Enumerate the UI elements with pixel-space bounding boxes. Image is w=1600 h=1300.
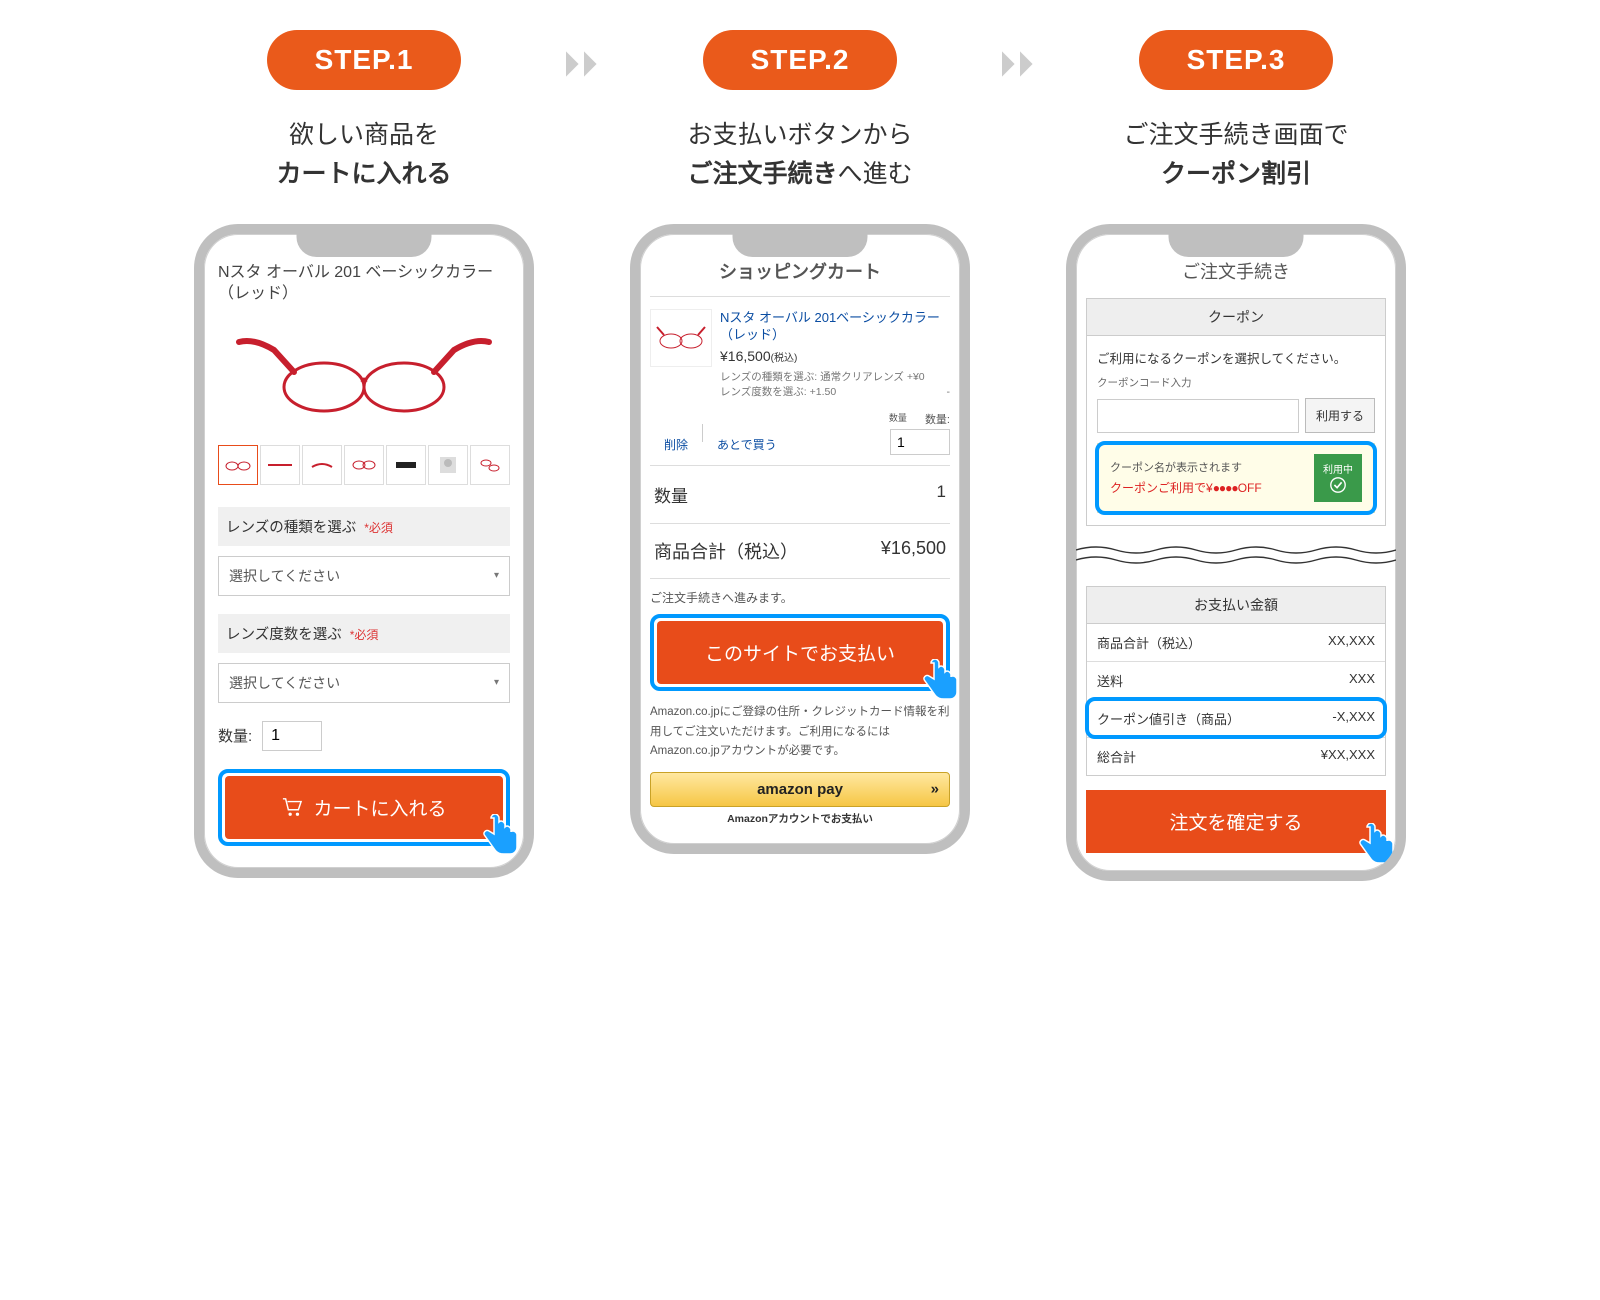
add-to-cart-button[interactable]: カートに入れる	[225, 776, 503, 839]
step-1-line1: 欲しい商品を	[289, 121, 439, 149]
required-mark: *必須	[350, 628, 379, 642]
phone-notch	[733, 233, 868, 257]
thumbnail[interactable]	[218, 445, 258, 485]
step-2-line2a: ご注文手続き	[687, 160, 837, 188]
step-1-column: STEP.1 欲しい商品を カートに入れる Nスタ オーバル 201 ベーシック…	[184, 30, 544, 878]
step-3-line1: ご注文手続き画面で	[1123, 121, 1348, 149]
lens-type-label: レンズの種類を選ぶ *必須	[218, 507, 510, 546]
lens-power-label: レンズ度数を選ぶ *必須	[218, 614, 510, 653]
phone-notch	[1169, 233, 1304, 257]
coupon-active-badge: 利用中	[1314, 454, 1362, 502]
thumbnail[interactable]	[428, 445, 468, 485]
amazon-pay-button[interactable]: amazon pay »	[650, 772, 950, 807]
pay-row-coupon-discount: クーポン値引き（商品）-X,XXX	[1087, 699, 1385, 737]
amazon-subtext: Amazonアカウントでお支払い	[650, 811, 950, 826]
step-3-pill: STEP.3	[1139, 30, 1334, 90]
phone-2: ショッピングカート Nスタ オーバル 201ベーシックカラー（レッド） ¥16,…	[630, 224, 970, 854]
step-arrow-icon	[564, 50, 600, 78]
highlight-coupon-applied: クーポン名が表示されます クーポンご利用で¥●●●●OFF 利用中	[1097, 443, 1375, 513]
checkout-note: ご注文手続きへ進みます。	[650, 589, 950, 606]
required-mark: *必須	[364, 521, 393, 535]
chevron-right-icon: »	[931, 781, 939, 798]
summary-total: 商品合計（税込） ¥16,500	[650, 524, 950, 579]
coupon-input-label: クーポンコード入力	[1097, 375, 1375, 390]
highlight-checkout: このサイトでお支払い	[650, 614, 950, 691]
save-later-link[interactable]: あとで買う	[703, 430, 791, 455]
product-image	[218, 317, 510, 437]
thumbnail[interactable]	[260, 445, 300, 485]
thumbnail-strip	[218, 445, 510, 485]
step-2-line1: お支払いボタンから	[687, 121, 912, 149]
summary-qty: 数量 1	[650, 466, 950, 524]
quantity-label: 数量:	[218, 725, 252, 746]
payment-panel: お支払い金額 商品合計（税込）XX,XXX 送料XXX クーポン値引き（商品）-…	[1086, 586, 1386, 776]
caret-down-icon: ▾	[494, 677, 499, 688]
step-arrow-icon	[1000, 50, 1036, 78]
thumbnail[interactable]	[344, 445, 384, 485]
coupon-prompt: ご利用になるクーポンを選択してください。	[1097, 348, 1375, 367]
step-3-column: STEP.3 ご注文手続き画面で クーポン割引 ご注文手続き クーポン ご利用に…	[1056, 30, 1416, 881]
caret-down-icon: ▾	[494, 570, 499, 581]
pay-row-total: 総合計¥XX,XXX	[1087, 737, 1385, 775]
highlight-add-to-cart: カートに入れる	[218, 769, 510, 846]
coupon-code-input[interactable]	[1097, 399, 1299, 433]
step-2-column: STEP.2 お支払いボタンから ご注文手続きへ進む ショッピングカート Nスタ…	[620, 30, 980, 854]
coupon-panel: クーポン ご利用になるクーポンを選択してください。 クーポンコード入力 利用する…	[1086, 298, 1386, 526]
cart-icon	[281, 797, 303, 817]
pointer-hand-icon	[476, 814, 520, 864]
cart-qty-input[interactable]	[890, 429, 950, 455]
step-3-headline: ご注文手続き画面で クーポン割引	[1123, 116, 1348, 194]
pay-row-subtotal: 商品合計（税込）XX,XXX	[1087, 624, 1385, 661]
cart-title: ショッピングカート	[650, 258, 950, 284]
phone-1: Nスタ オーバル 201 ベーシックカラー（レッド）	[194, 224, 534, 878]
check-circle-icon	[1329, 476, 1347, 494]
confirm-order-button[interactable]: 注文を確定する	[1086, 790, 1386, 853]
phone-notch	[297, 233, 432, 257]
cart-item-price: ¥16,500(税込)	[720, 348, 950, 364]
step-1-line2: カートに入れる	[276, 160, 451, 188]
content-break-icon	[1076, 544, 1396, 568]
product-title: Nスタ オーバル 201 ベーシックカラー（レッド）	[218, 262, 510, 305]
coupon-discount-text: クーポンご利用で¥●●●●OFF	[1110, 479, 1314, 496]
pointer-hand-icon	[1352, 823, 1396, 873]
step-1-headline: 欲しい商品を カートに入れる	[276, 116, 451, 194]
step-2-line2b: へ進む	[838, 160, 913, 188]
step-1-pill: STEP.1	[267, 30, 462, 90]
lens-type-select[interactable]: 選択してください ▾	[218, 556, 510, 596]
phone-3: ご注文手続き クーポン ご利用になるクーポンを選択してください。 クーポンコード…	[1066, 224, 1406, 881]
step-3-line2: クーポン割引	[1161, 160, 1311, 188]
apply-coupon-button[interactable]: 利用する	[1305, 398, 1375, 433]
payment-header: お支払い金額	[1087, 587, 1385, 624]
thumbnail[interactable]	[302, 445, 342, 485]
cart-item-meta: レンズの種類を選ぶ: 通常クリアレンズ +¥0 レンズ度数を選ぶ: +1.50-	[720, 370, 950, 402]
cart-item: Nスタ オーバル 201ベーシックカラー（レッド） ¥16,500(税込) レン…	[650, 296, 950, 402]
lens-power-select[interactable]: 選択してください ▾	[218, 663, 510, 703]
cart-item-name[interactable]: Nスタ オーバル 201ベーシックカラー（レッド）	[720, 309, 950, 344]
step-2-headline: お支払いボタンから ご注文手続きへ進む	[687, 116, 912, 194]
thumbnail[interactable]	[386, 445, 426, 485]
quantity-input[interactable]	[262, 721, 322, 751]
pay-row-shipping: 送料XXX	[1087, 661, 1385, 699]
coupon-header: クーポン	[1087, 299, 1385, 336]
coupon-name-placeholder: クーポン名が表示されます	[1110, 459, 1314, 475]
cart-item-image	[650, 309, 712, 367]
step-2-pill: STEP.2	[703, 30, 898, 90]
order-title: ご注文手続き	[1086, 258, 1386, 284]
delete-link[interactable]: 削除	[650, 430, 702, 455]
checkout-button[interactable]: このサイトでお支払い	[657, 621, 943, 684]
amazon-note: Amazon.co.jpにご登録の住所・クレジットカード情報を利用してご注文いた…	[650, 703, 950, 762]
pointer-hand-icon	[916, 659, 960, 709]
thumbnail[interactable]	[470, 445, 510, 485]
